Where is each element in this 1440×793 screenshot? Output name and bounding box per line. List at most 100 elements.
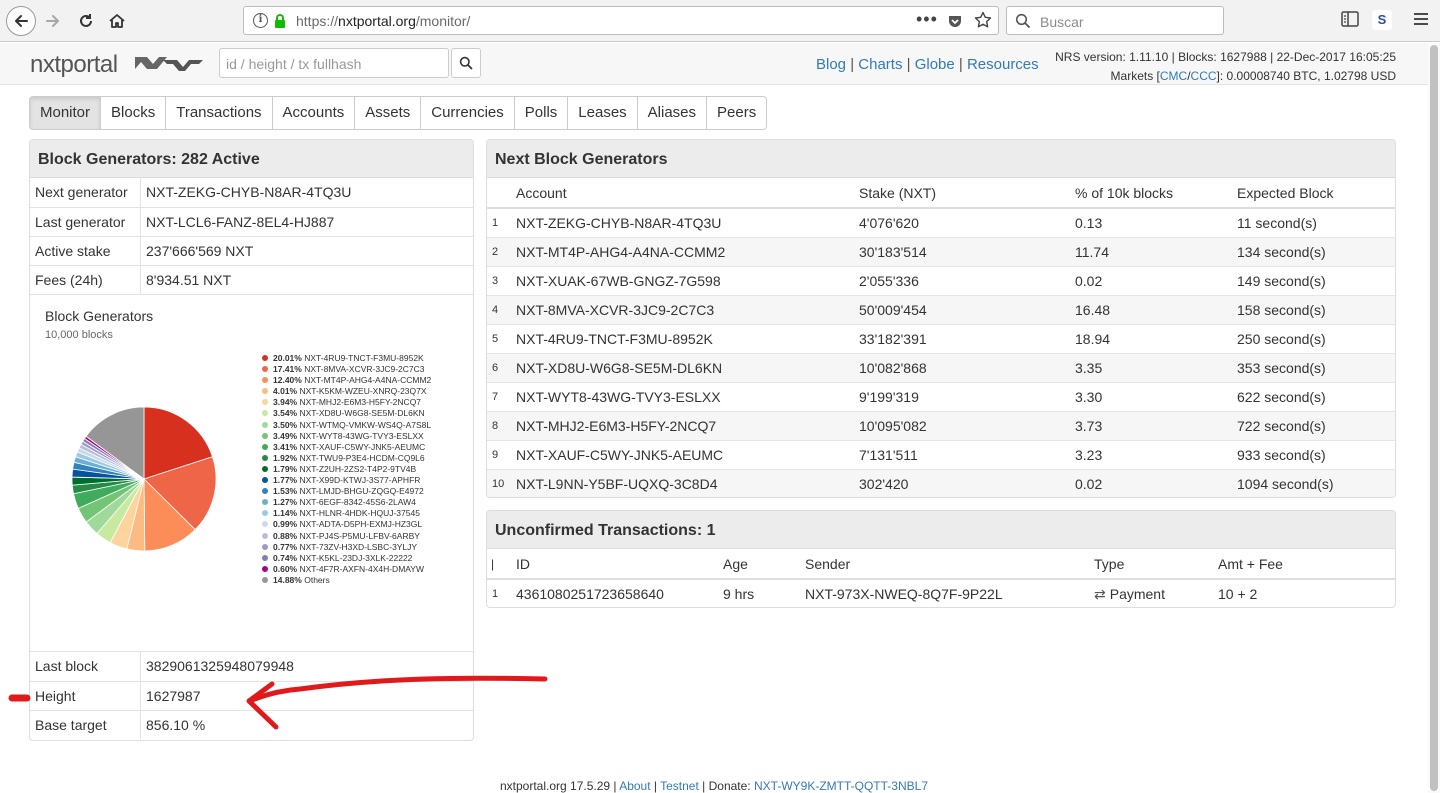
legend-item[interactable]: 3.50% NXT-WTMQ-VMKW-WS4Q-A7S8L	[262, 420, 431, 431]
account-id[interactable]: NXT-L9NN-Y5BF-UQXQ-3C8D4	[512, 468, 855, 497]
last-generator-value[interactable]: NXT-LCL6-FANZ-8EL4-HJ887	[141, 208, 334, 236]
legend-item[interactable]: 1.53% NXT-LMJD-BHGU-ZQGQ-E4972	[262, 486, 431, 497]
account-id[interactable]: NXT-MT4P-AHG4-A4NA-CCMM2	[512, 236, 855, 266]
account-id[interactable]: NXT-ZEKG-CHYB-N8AR-4TQ3U	[512, 207, 855, 237]
back-button[interactable]	[6, 6, 36, 36]
legend-label: NXT-ADTA-D5PH-EXMJ-HZ3GL	[299, 519, 423, 530]
donate-address-link[interactable]: NXT-WY9K-ZMTT-QQTT-3NBL7	[754, 779, 928, 793]
table-row[interactable]: 3 NXT-XUAK-67WB-GNGZ-7G598 2'055'336 0.02 14…	[487, 265, 1395, 295]
table-row[interactable]: 4 NXT-8MVA-XCVR-3JC9-2C7C3 50'009'454 16.48…	[487, 294, 1395, 324]
forward-button[interactable]	[38, 6, 68, 36]
block-generators-panel: Block Generators: 282 Active Next genera…	[29, 139, 474, 741]
legend-item[interactable]: 20.01% NXT-4RU9-TNCT-F3MU-8952K	[262, 353, 431, 364]
tab-assets[interactable]: Assets	[355, 97, 422, 129]
home-button[interactable]	[102, 6, 132, 36]
legend-swatch	[262, 565, 268, 572]
tab-leases[interactable]: Leases	[568, 97, 638, 129]
blog-link[interactable]: Blog	[816, 56, 846, 73]
height-value[interactable]: 1627987	[141, 682, 201, 710]
hamburger-menu-icon[interactable]	[1412, 11, 1430, 27]
legend-item[interactable]: 0.88% NXT-PJ4S-P5MU-LFBV-6ARBY	[262, 531, 431, 542]
charts-link[interactable]: Charts	[858, 56, 902, 73]
legend-item[interactable]: 12.40% NXT-MT4P-AHG4-A4NA-CCMM2	[262, 375, 431, 386]
legend-label: NXT-4RU9-TNCT-F3MU-8952K	[304, 353, 424, 363]
legend-item[interactable]: 3.41% NXT-XAUF-C5WY-JNK5-AEUMC	[262, 442, 431, 453]
page-footer: nxtportal.org 17.5.29 | About | Testnet …	[499, 779, 928, 793]
browser-search-input[interactable]: Buscar	[1006, 6, 1224, 35]
legend-item[interactable]: 1.27% NXT-6EGF-8342-45S6-2LAW4	[262, 497, 431, 508]
account-id[interactable]: NXT-XD8U-W6G8-SE5M-DL6KN	[512, 352, 855, 382]
table-row[interactable]: 8 NXT-MHJ2-E6M3-H5FY-2NCQ7 10'095'082 3.73 7…	[487, 410, 1395, 440]
bookmark-star-icon[interactable]	[974, 11, 992, 29]
page-scrollbar[interactable]	[1428, 43, 1440, 793]
markets-line: Markets [CMC/CCC]: 0.00008740 BTC, 1.027…	[1110, 69, 1396, 83]
site-logo[interactable]: nxtportal	[30, 51, 118, 79]
pocket-icon[interactable]	[947, 13, 963, 29]
sidebar-icon[interactable]	[1341, 11, 1359, 27]
account-id[interactable]: NXT-WYT8-43WG-TVY3-ESLXX	[512, 381, 855, 411]
tx-id[interactable]: 4361080251723658640	[512, 578, 719, 607]
legend-swatch	[262, 355, 268, 361]
block-search-button[interactable]	[451, 48, 481, 78]
legend-item[interactable]: 1.92% NXT-TWU9-P3E4-HCDM-CQ9L6	[262, 453, 431, 464]
legend-item[interactable]: 0.99% NXT-ADTA-D5PH-EXMJ-HZ3GL	[262, 519, 431, 530]
tab-peers[interactable]: Peers	[707, 97, 767, 129]
legend-item[interactable]: 1.14% NXT-HLNR-4HDK-HQUJ-37545	[262, 508, 431, 519]
search-placeholder: Buscar	[1040, 14, 1084, 30]
resources-link[interactable]: Resources	[967, 56, 1039, 73]
globe-link[interactable]: Globe	[915, 56, 955, 73]
table-row[interactable]: 5 NXT-4RU9-TNCT-F3MU-8952K 33'182'391 18.94…	[487, 323, 1395, 353]
legend-item[interactable]: 3.49% NXT-WYT8-43WG-TVY3-ESLXX	[262, 431, 431, 442]
legend-item[interactable]: 1.77% NXT-X99D-KTWJ-3S77-APHFR	[262, 475, 431, 486]
about-link[interactable]: About	[619, 779, 650, 793]
table-row[interactable]: 1 NXT-ZEKG-CHYB-N8AR-4TQ3U 4'076'620 0.13 11…	[487, 207, 1395, 237]
tab-accounts[interactable]: Accounts	[272, 97, 356, 129]
table-row[interactable]: 10 NXT-L9NN-Y5BF-UQXQ-3C8D4 302'420 0.02 109…	[487, 468, 1395, 497]
legend-label: NXT-6EGF-8342-45S6-2LAW4	[299, 497, 416, 508]
block-search-input[interactable]: id / height / tx fullhash	[219, 48, 449, 78]
account-id[interactable]: NXT-XAUF-C5WY-JNK5-AEUMC	[512, 439, 855, 469]
url-bar[interactable]: i https://nxtportal.org/monitor/ •••	[243, 6, 999, 35]
url-text[interactable]: https://nxtportal.org/monitor/	[296, 13, 470, 29]
reload-button[interactable]	[71, 6, 101, 36]
tx-sender[interactable]: NXT-973X-NWEQ-8Q7F-9P22L	[801, 578, 1090, 607]
extension-s-icon[interactable]: S	[1372, 10, 1392, 30]
next-generator-value[interactable]: NXT-ZEKG-CHYB-N8AR-4TQ3U	[141, 178, 351, 207]
legend-item[interactable]: 14.88% Others	[262, 575, 431, 586]
testnet-link[interactable]: Testnet	[660, 779, 699, 793]
page-actions-icon[interactable]: •••	[916, 9, 938, 30]
nxt-logo-icon[interactable]	[133, 54, 205, 74]
account-id[interactable]: NXT-8MVA-XCVR-3JC9-2C7C3	[512, 294, 855, 324]
info-icon[interactable]: i	[253, 13, 268, 28]
legend-item[interactable]: 4.01% NXT-K5KM-WZEU-XNRQ-23Q7X	[262, 386, 431, 397]
legend-item[interactable]: 17.41% NXT-8MVA-XCVR-3JC9-2C7C3	[262, 364, 431, 375]
tab-polls[interactable]: Polls	[514, 97, 569, 129]
table-row[interactable]: 1 4361080251723658640 9 hrs NXT-973X-NWE…	[487, 578, 1395, 607]
table-row[interactable]: 6 NXT-XD8U-W6G8-SE5M-DL6KN 10'082'868 3.35 3…	[487, 352, 1395, 382]
account-id[interactable]: NXT-4RU9-TNCT-F3MU-8952K	[512, 323, 855, 353]
ccc-link[interactable]: CCC	[1191, 69, 1217, 83]
account-id[interactable]: NXT-XUAK-67WB-GNGZ-7G598	[512, 265, 855, 295]
legend-item[interactable]: 0.74% NXT-K5KL-23DJ-3XLK-22222	[262, 553, 431, 564]
legend-item[interactable]: 0.60% NXT-4F7R-AXFN-4X4H-DMAYW	[262, 564, 431, 575]
last-block-value[interactable]: 3829061325948079948	[141, 652, 294, 681]
legend-item[interactable]: 3.54% NXT-XD8U-W6G8-SE5M-DL6KN	[262, 408, 431, 419]
tab-transactions[interactable]: Transactions	[166, 97, 273, 129]
table-row[interactable]: 7 NXT-WYT8-43WG-TVY3-ESLXX 9'199'319 3.30 62…	[487, 381, 1395, 411]
tab-currencies[interactable]: Currencies	[421, 97, 515, 129]
account-id[interactable]: NXT-MHJ2-E6M3-H5FY-2NCQ7	[512, 410, 855, 440]
tab-monitor[interactable]: Monitor	[30, 97, 102, 129]
tab-blocks[interactable]: Blocks	[101, 97, 167, 129]
cmc-link[interactable]: CMC	[1160, 69, 1187, 83]
col-index	[487, 178, 512, 209]
table-row[interactable]: 9 NXT-XAUF-C5WY-JNK5-AEUMC 7'131'511 3.23 93…	[487, 439, 1395, 469]
legend-swatch	[262, 432, 268, 439]
scrollbar-thumb[interactable]	[1430, 45, 1438, 791]
legend-item[interactable]: 3.94% NXT-MHJ2-E6M3-H5FY-2NCQ7	[262, 397, 431, 408]
legend-item[interactable]: 0.77% NXT-73ZV-H3XD-LSBC-3YLJY	[262, 542, 431, 553]
legend-item[interactable]: 1.79% NXT-Z2UH-2ZS2-T4P2-9TV4B	[262, 464, 431, 475]
tab-aliases[interactable]: Aliases	[637, 97, 708, 129]
legend-swatch	[262, 465, 268, 472]
legend-label: NXT-K5KM-WZEU-XNRQ-23Q7X	[299, 386, 427, 397]
table-row[interactable]: 2 NXT-MT4P-AHG4-A4NA-CCMM2 30'183'514 11.74…	[487, 236, 1395, 266]
